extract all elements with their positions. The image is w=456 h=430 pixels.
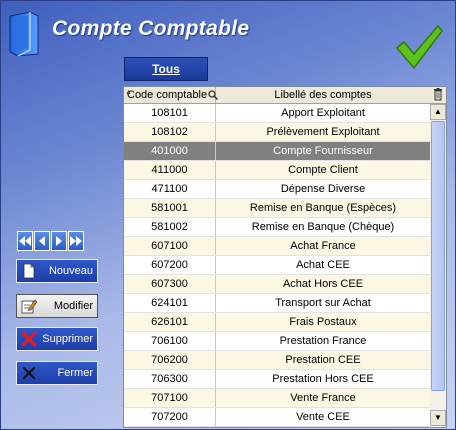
table-body: 108101 Apport Exploitant 108102 Prélèvemen… — [124, 104, 430, 427]
window-title: Compte Comptable — [52, 17, 250, 40]
trash-icon[interactable] — [433, 88, 443, 101]
table-row[interactable]: 607300 Achat Hors CEE — [124, 275, 430, 294]
table-row-selected[interactable]: 401000 Compte Fournisseur — [124, 142, 430, 161]
book-icon — [9, 11, 39, 56]
delete-button-label: Supprimer — [42, 333, 93, 345]
last-record-icon — [70, 236, 82, 246]
account-label-cell: Remise en Banque (Chèque) — [251, 221, 395, 233]
account-code-cell: 707200 — [124, 408, 216, 426]
account-code-cell: 471100 — [124, 180, 216, 198]
account-label-cell: Dépense Diverse — [280, 183, 366, 195]
table-row[interactable]: 707200 Vente CEE — [124, 408, 430, 427]
filter-all-button[interactable]: Tous — [124, 57, 208, 81]
delete-icon — [21, 331, 37, 347]
table-row[interactable]: 707100 Vente France — [124, 389, 430, 408]
account-code-cell: 706300 — [124, 370, 216, 388]
first-record-button[interactable] — [17, 231, 33, 251]
table-header: Code comptable ▲ Libellé des comptes — [124, 87, 446, 104]
account-code-cell: 626101 — [124, 313, 216, 331]
new-document-icon — [23, 263, 35, 279]
account-label-cell: Prestation France — [279, 335, 367, 347]
account-label-cell: Prestation Hors CEE — [272, 373, 374, 385]
account-code-cell: 581002 — [124, 218, 216, 236]
table-row[interactable]: 624101 Transport sur Achat — [124, 294, 430, 313]
edit-icon — [21, 299, 37, 314]
edit-button[interactable]: Modifier — [16, 294, 98, 318]
table-row[interactable]: 706100 Prestation France — [124, 332, 430, 351]
account-code-cell: 607300 — [124, 275, 216, 293]
account-label-cell: Compte Fournisseur — [273, 145, 373, 157]
table-row[interactable]: 706300 Prestation Hors CEE — [124, 370, 430, 389]
account-code-cell: 707100 — [124, 389, 216, 407]
column-header-label[interactable]: Libellé des comptes — [216, 87, 430, 103]
edit-button-label: Modifier — [53, 300, 93, 312]
account-code-cell: 581001 — [124, 199, 216, 217]
close-button[interactable]: Fermer — [16, 361, 98, 385]
account-code-cell: 108101 — [124, 104, 216, 122]
account-label-cell: Vente France — [290, 392, 356, 404]
table-row[interactable]: 471100 Dépense Diverse — [124, 180, 430, 199]
record-navigator — [17, 231, 84, 253]
table-row[interactable]: 626101 Frais Postaux — [124, 313, 430, 332]
accounts-table: Code comptable ▲ Libellé des comptes 108… — [123, 86, 447, 428]
table-row[interactable]: 706200 Prestation CEE — [124, 351, 430, 370]
account-label-cell: Apport Exploitant — [281, 107, 365, 119]
account-label-cell: Vente CEE — [296, 411, 350, 423]
account-code-cell: 706200 — [124, 351, 216, 369]
table-row[interactable]: 607200 Achat CEE — [124, 256, 430, 275]
vertical-scrollbar[interactable]: ▲ ▼ — [430, 104, 446, 426]
scroll-down-icon[interactable]: ▼ — [430, 410, 446, 426]
account-label-cell: Achat France — [290, 240, 356, 252]
account-code-cell: 108102 — [124, 123, 216, 141]
new-button-label: Nouveau — [48, 265, 93, 277]
account-label-cell: Transport sur Achat — [275, 297, 371, 309]
scrollbar-thumb[interactable] — [431, 121, 445, 391]
scroll-up-icon[interactable]: ▲ — [430, 104, 446, 120]
account-code-cell: 401000 — [124, 142, 216, 160]
table-row[interactable]: 581002 Remise en Banque (Chèque) — [124, 218, 430, 237]
table-row[interactable]: 581001 Remise en Banque (Espèces) — [124, 199, 430, 218]
account-code-cell: 607100 — [124, 237, 216, 255]
account-label-cell: Frais Postaux — [289, 316, 357, 328]
account-code-cell: 624101 — [124, 294, 216, 312]
account-label-cell: Prélèvement Exploitant — [266, 126, 380, 138]
table-row[interactable]: 411000 Compte Client — [124, 161, 430, 180]
account-label-cell: Remise en Banque (Espèces) — [249, 202, 397, 214]
next-record-icon — [56, 236, 62, 246]
column-header-code-label: Code comptable — [127, 89, 208, 101]
previous-record-button[interactable] — [34, 231, 50, 251]
checkmark-icon[interactable] — [394, 22, 444, 72]
account-label-cell: Prestation CEE — [285, 354, 361, 366]
table-row[interactable]: 108101 Apport Exploitant — [124, 104, 430, 123]
account-label-cell: Compte Client — [288, 164, 358, 176]
new-button[interactable]: Nouveau — [16, 259, 98, 283]
delete-button[interactable]: Supprimer — [16, 327, 98, 351]
first-record-icon — [19, 236, 31, 246]
table-row[interactable]: 607100 Achat France — [124, 237, 430, 256]
account-label-cell: Achat CEE — [296, 259, 350, 271]
next-record-button[interactable] — [51, 231, 67, 251]
account-code-cell: 607200 — [124, 256, 216, 274]
table-row[interactable]: 108102 Prélèvement Exploitant — [124, 123, 430, 142]
last-record-button[interactable] — [68, 231, 84, 251]
close-button-label: Fermer — [57, 367, 93, 379]
account-code-cell: 706100 — [124, 332, 216, 350]
account-label-cell: Achat Hors CEE — [282, 278, 364, 290]
account-code-cell: 411000 — [124, 161, 216, 179]
sort-up-icon[interactable]: ▲ — [125, 89, 132, 96]
close-icon — [23, 367, 35, 379]
column-header-code[interactable]: Code comptable — [124, 87, 216, 103]
previous-record-icon — [39, 236, 45, 246]
